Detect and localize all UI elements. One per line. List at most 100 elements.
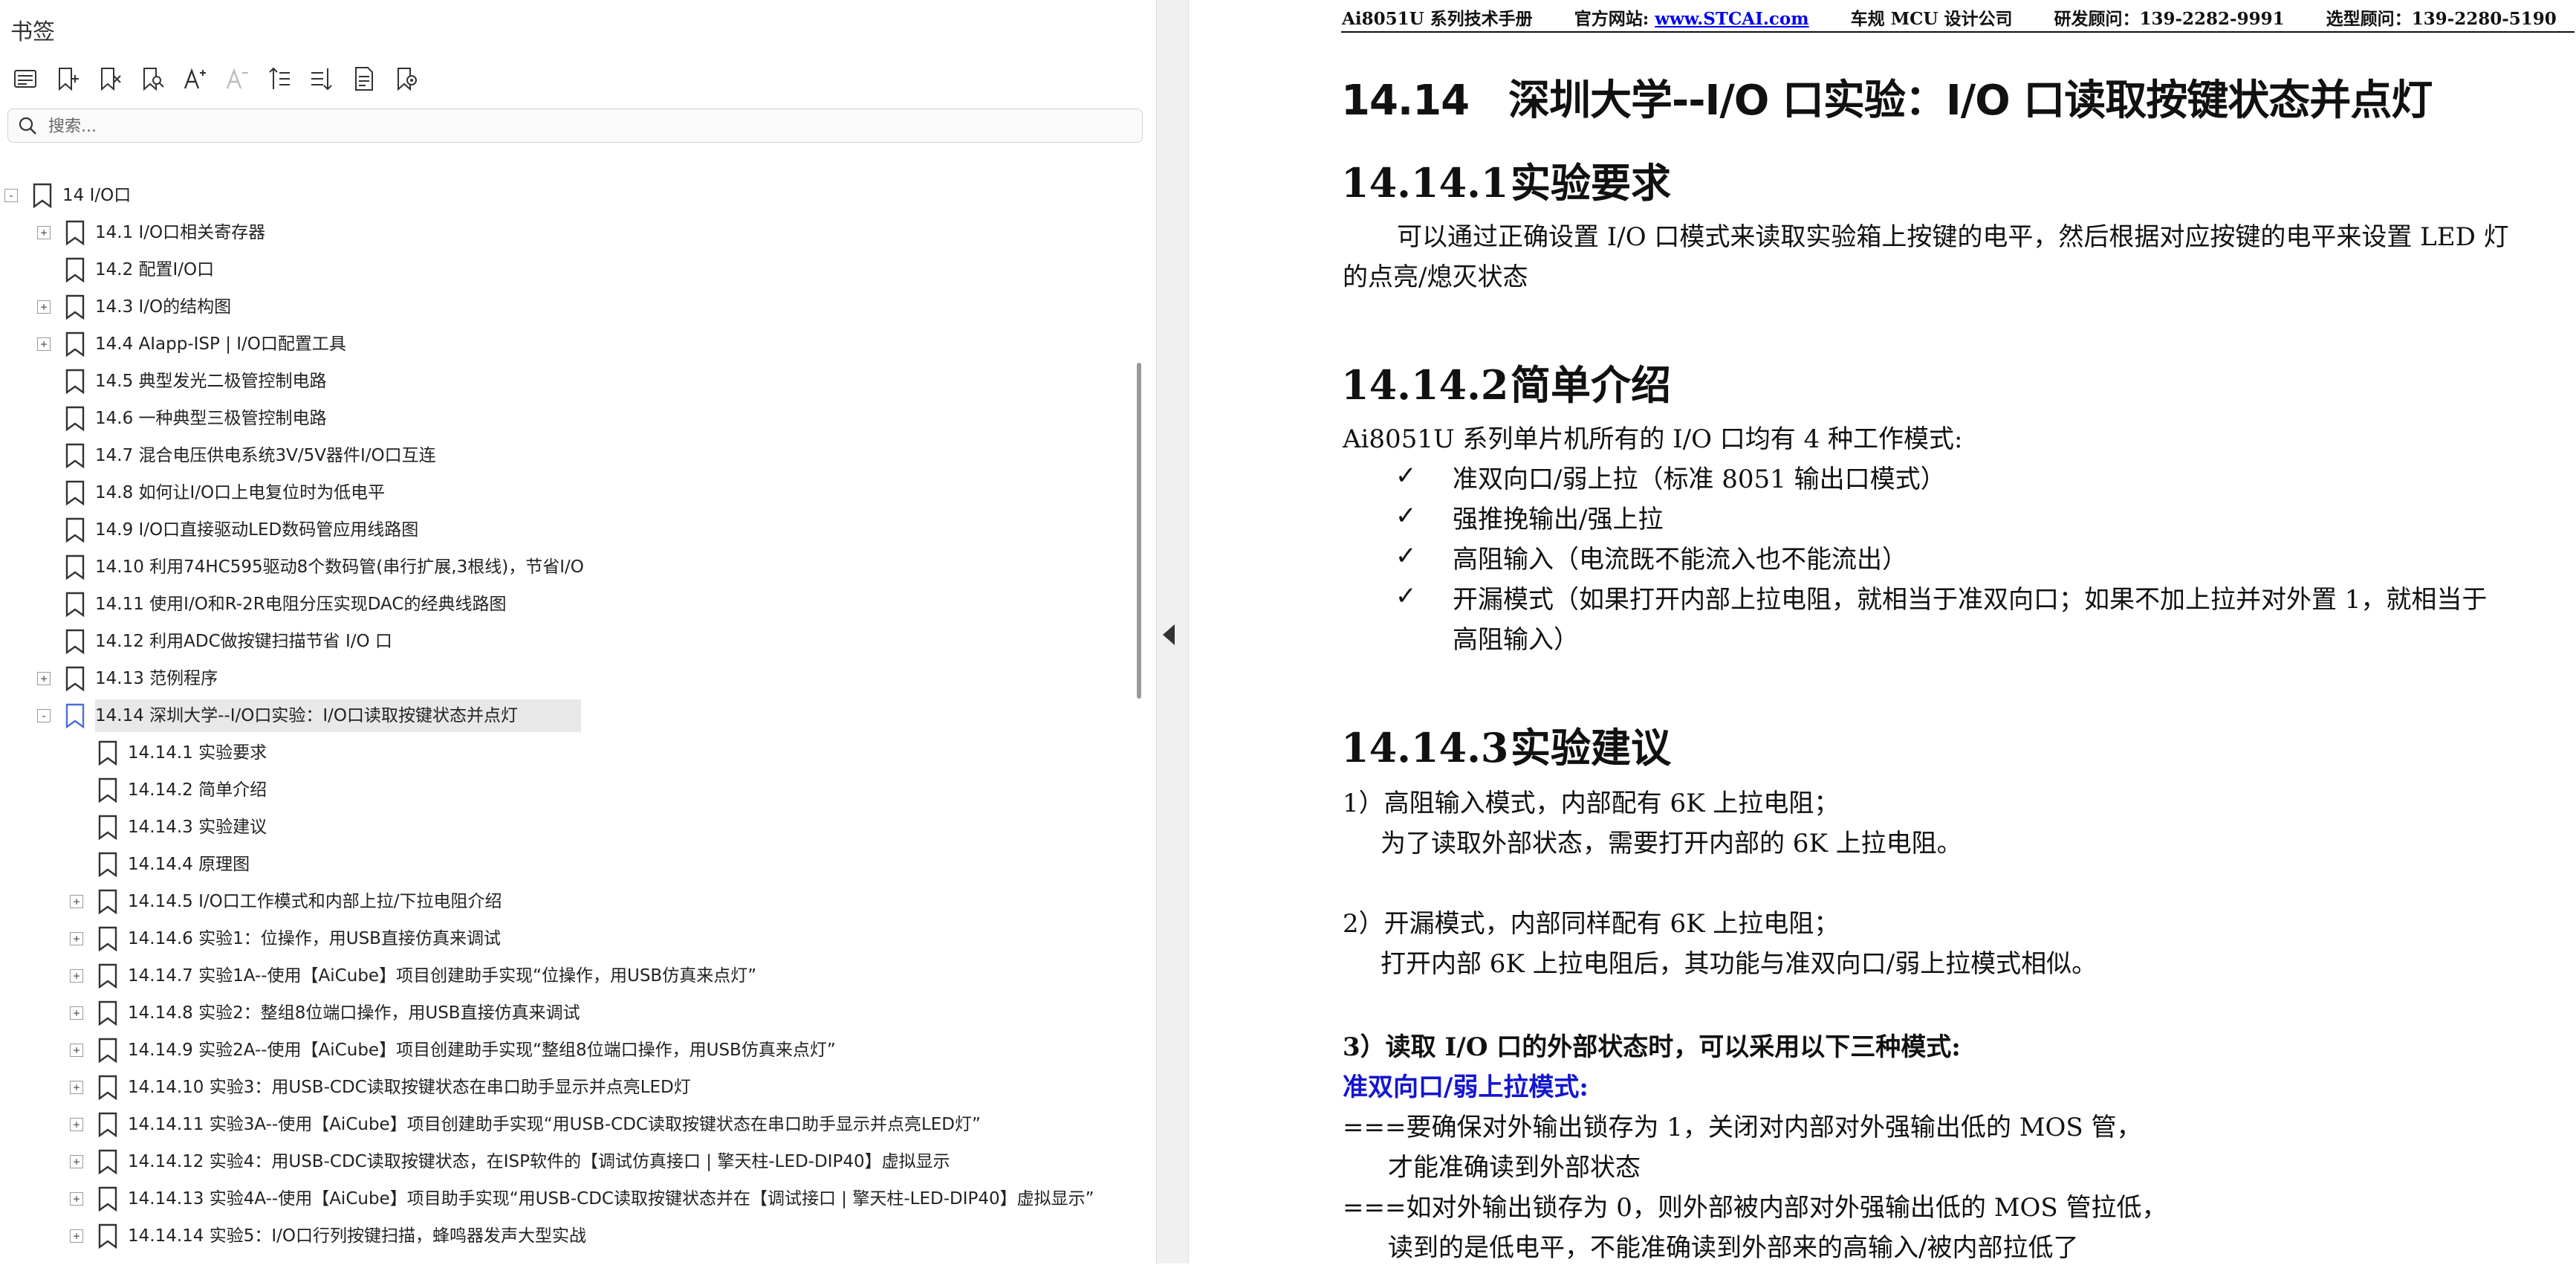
collapse-panel-icon[interactable] (1163, 624, 1175, 645)
check-icon: ✓ (1395, 501, 1417, 531)
font-increase-icon[interactable] (177, 61, 212, 96)
header-rule (1341, 31, 2575, 33)
bookmark-label: 14.2 配置I/O口 (95, 260, 215, 279)
header-sales-contact: 选型顾问：139-2280-5190 (2326, 9, 2557, 29)
note-line-1: ===要确保对外输出锁存为 1，关闭对内部对外强输出低的 MOS 管， (1343, 1113, 2142, 1142)
bookmark-icon (97, 1149, 119, 1175)
subsection-heading-14-14-1: 14.14.1实验要求 (1341, 159, 1671, 207)
bookmark-label: 14.14.5 I/O口工作模式和内部上拉/下拉电阻介绍 (128, 892, 502, 911)
bookmark-icon (64, 257, 86, 283)
section-heading-14-14: 14.14 深圳大学--I/O 口实验：I/O 口读取按键状态并点灯 (1341, 77, 2433, 125)
bookmark-label: 14.14.12 实验4：用USB-CDC读取按键状态，在ISP软件的【调试仿真… (128, 1152, 950, 1171)
expand-toggle-icon[interactable]: + (70, 1192, 83, 1206)
expand-toggle-icon[interactable]: + (70, 1155, 83, 1168)
bookmark-label: 14.10 利用74HC595驱动8个数码管(串行扩展,3根线)，节省I/O (95, 557, 584, 577)
expand-toggle-icon[interactable]: + (70, 1006, 83, 1020)
expand-toggle-icon[interactable]: + (37, 672, 51, 685)
para-requirement-line2: 的点亮/熄灭状态 (1343, 262, 1528, 292)
header-manual: Ai8051U 系列技术手册 (1342, 9, 1533, 29)
bookmark-icon (64, 554, 86, 580)
bookmark-icon (97, 740, 119, 766)
expand-toggle-icon[interactable]: + (37, 300, 51, 314)
bookmark-icon (64, 703, 86, 729)
bookmark-icon (31, 183, 53, 209)
expand-toggle-icon[interactable]: + (70, 1229, 83, 1243)
bookmark-label: 14.6 一种典型三极管控制电路 (95, 409, 327, 428)
bookmark-label: 14.13 范例程序 (95, 669, 218, 688)
bookmark-label: 14.14 深圳大学--I/O口实验：I/O口读取按键状态并点灯 (95, 706, 519, 725)
bookmark-label: 14.4 AIapp-ISP | I/O口配置工具 (95, 334, 346, 354)
tree-scrollbar[interactable] (1137, 363, 1141, 699)
panel-title: 书签 (10, 19, 55, 45)
find-bookmark-icon[interactable] (134, 61, 169, 96)
expand-toggle-icon[interactable]: + (70, 1081, 83, 1094)
bookmark-icon (64, 592, 86, 618)
bookmark-properties-icon[interactable] (346, 61, 381, 96)
bookmark-label: 14.14.4 原理图 (128, 855, 250, 874)
suggest-3: 3）读取 I/O 口的外部状态时，可以采用以下三种模式: (1343, 1032, 1961, 1062)
bookmark-icon (64, 406, 86, 432)
bookmark-label: 14.9 I/O口直接驱动LED数码管应用线路图 (95, 520, 419, 540)
subsection-heading-14-14-2: 14.14.2简单介绍 (1341, 361, 1671, 409)
delete-bookmark-icon[interactable] (92, 61, 127, 96)
suggest-2: 2）开漏模式，内部同样配有 6K 上拉电阻； (1343, 909, 1840, 939)
bookmark-label: 14.14.10 实验3：用USB-CDC读取按键状态在串口助手显示并点亮LED… (128, 1078, 691, 1097)
bookmark-list-icon[interactable] (7, 61, 42, 96)
bookmark-label: 14.11 使用I/O和R-2R电阻分压实现DAC的经典线路图 (95, 595, 507, 614)
font-decrease-icon[interactable] (219, 61, 254, 96)
bookmark-label: 14.5 典型发光二极管控制电路 (95, 372, 327, 391)
bookmark-label: 14.1 I/O口相关寄存器 (95, 223, 266, 242)
bookmark-icon (64, 369, 86, 395)
expand-toggle-icon[interactable]: + (70, 895, 83, 908)
page-running-header: Ai8051U 系列技术手册 官方网站: www.STCAI.com 车规 MC… (1342, 4, 2575, 30)
expand-all-icon[interactable] (262, 61, 296, 96)
expand-toggle-icon[interactable]: + (70, 932, 83, 945)
bookmark-label: 14 I/O口 (62, 186, 132, 205)
bookmark-label: 14.14.7 实验1A--使用【AiCube】项目创建助手实现“位操作，用US… (128, 966, 757, 986)
bookmark-label: 14.14.14 实验5：I/O口行列按键扫描，蜂鸣器发声大型实战 (128, 1226, 587, 1246)
collapse-toggle-icon[interactable]: - (4, 189, 18, 202)
bookmark-icon (97, 1112, 119, 1138)
bookmark-label: 14.14.8 实验2：整组8位端口操作，用USB直接仿真来调试 (128, 1003, 580, 1023)
expand-toggle-icon[interactable]: + (70, 1118, 83, 1131)
bookmark-icon (97, 1223, 119, 1249)
bookmark-search[interactable] (7, 109, 1143, 143)
bookmark-label: 14.7 混合电压供电系统3V/5V器件I/O口互连 (95, 446, 436, 465)
bookmark-settings-icon[interactable] (389, 61, 424, 96)
mode-item-3: 高阻输入（电流既不能流入也不能流出） (1453, 545, 1907, 575)
collapse-toggle-icon[interactable]: - (37, 709, 51, 722)
check-icon: ✓ (1395, 581, 1417, 611)
expand-toggle-icon[interactable]: + (70, 969, 83, 983)
bookmark-icon (97, 1075, 119, 1101)
expand-toggle-icon[interactable]: + (70, 1044, 83, 1057)
bookmark-icon (64, 666, 86, 692)
bookmark-label: 14.14.2 简单介绍 (128, 780, 267, 800)
bookmark-label: 14.14.6 实验1：位操作，用USB直接仿真来调试 (128, 929, 501, 948)
bookmark-icon (97, 777, 119, 803)
search-input[interactable] (47, 112, 1120, 140)
bookmark-icon (64, 443, 86, 469)
bookmark-icon (97, 963, 119, 989)
note-line-2: ===如对外输出锁存为 0，则外部被内部对外强输出低的 MOS 管拉低， (1343, 1193, 2167, 1223)
bookmark-panel: 书签 搜索... - 14 I/O口 + 14.1 I/O口相关寄存器 14.2… (0, 0, 1156, 1264)
bookmark-icon (97, 1186, 119, 1212)
suggest-1-detail: 为了读取外部状态，需要打开内部的 6K 上拉电阻。 (1381, 829, 1962, 858)
note-line-2-cont: 读到的是低电平，不能准确读到外部来的高输入/被内部拉低了 (1388, 1233, 2079, 1263)
para-requirement-line1: 可以通过正确设置 I/O 口模式来读取实验箱上按键的电平，然后根据对应按键的电平… (1397, 222, 2509, 252)
expand-toggle-icon[interactable]: + (37, 337, 51, 351)
mode-item-1: 准双向口/弱上拉（标准 8051 输出口模式） (1453, 465, 1946, 494)
bookmark-icon (97, 1038, 119, 1064)
header-rd-contact: 研发顾问：139-2282-9991 (2054, 9, 2285, 29)
collapse-all-icon[interactable] (304, 61, 339, 96)
bookmark-label: 14.12 利用ADC做按键扫描节省 I/O 口 (95, 632, 392, 651)
bookmark-icon (64, 331, 86, 358)
header-company: 车规 MCU 设计公司 (1850, 9, 2013, 29)
bookmark-icon (97, 852, 119, 878)
bookmark-icon (64, 629, 86, 655)
suggest-2-detail: 打开内部 6K 上拉电阻后，其功能与准双向口/弱上拉模式相似。 (1381, 949, 2098, 979)
mode-item-4-cont: 高阻输入） (1453, 625, 1579, 655)
search-icon (19, 117, 36, 135)
header-site-link[interactable]: www.STCAI.com (1655, 9, 1808, 29)
expand-toggle-icon[interactable]: + (37, 226, 51, 239)
add-bookmark-icon[interactable] (50, 61, 85, 96)
